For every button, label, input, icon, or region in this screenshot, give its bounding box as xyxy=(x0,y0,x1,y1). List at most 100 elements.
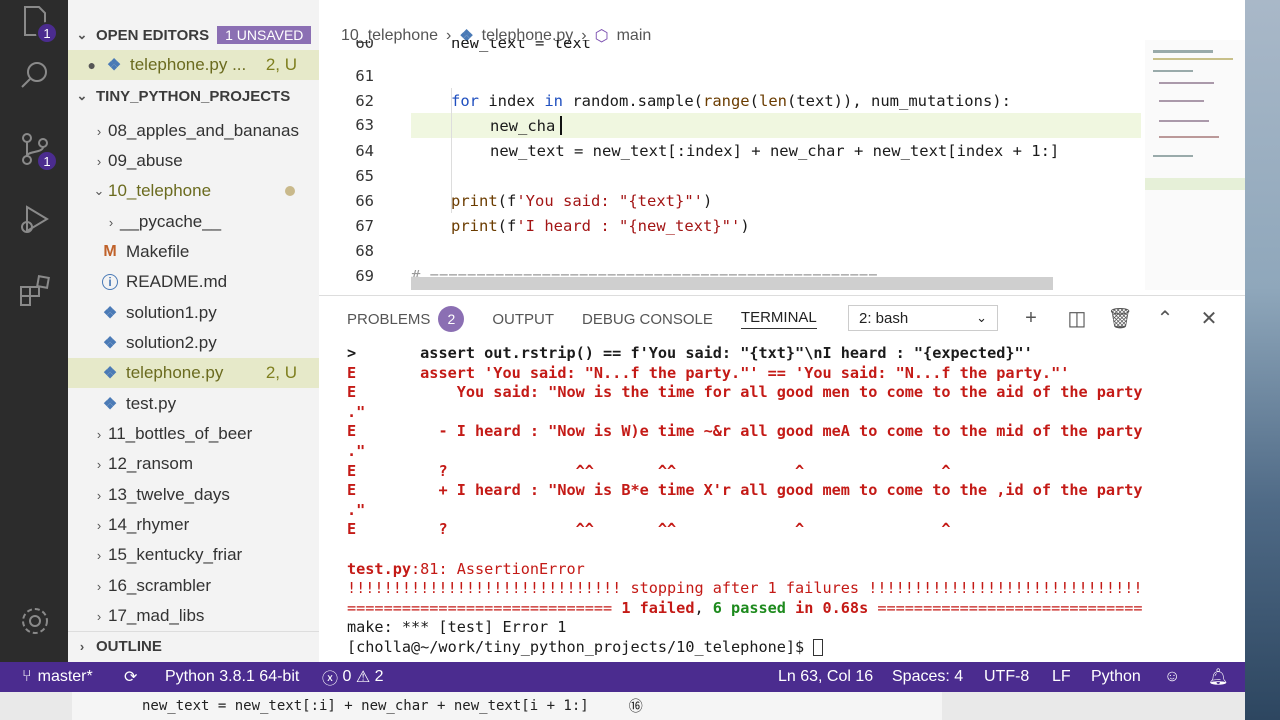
open-editors-header[interactable]: ⌄ OPEN EDITORS 1 UNSAVED xyxy=(68,20,319,50)
encoding[interactable]: UTF-8 xyxy=(984,662,1029,692)
chevron-right-icon: › xyxy=(96,578,102,594)
indent-guide xyxy=(451,88,452,213)
folder-item[interactable]: › __pycache__ xyxy=(68,207,319,237)
code-line: 66 print(f'You said: "{text}"') xyxy=(355,191,713,210)
indentation[interactable]: Spaces: 4 xyxy=(892,662,963,692)
error-icon: ⓧ xyxy=(322,671,339,688)
branch-item[interactable]: ⑂ master* xyxy=(22,662,93,692)
outline-header[interactable]: › OUTLINE xyxy=(68,631,319,661)
split-terminal-icon[interactable]: ◫ xyxy=(1065,306,1089,330)
extensions-icon[interactable] xyxy=(14,270,56,312)
explorer-sidebar: ⌄ OPEN EDITORS 1 UNSAVED ● ❖ telephone.py ..… xyxy=(68,0,319,662)
language-mode[interactable]: Python xyxy=(1091,662,1141,692)
minimap[interactable] xyxy=(1145,40,1245,290)
file-item-selected[interactable]: ❖ telephone.py 2, U xyxy=(68,358,319,388)
code-line: 68 xyxy=(355,241,374,260)
scm-badge: 1 xyxy=(36,150,58,172)
bell-icon[interactable]: 🔔︎ xyxy=(1208,662,1228,692)
file-item[interactable]: i README.md xyxy=(68,267,319,297)
modified-dot xyxy=(285,186,295,196)
close-icon[interactable]: ✕ xyxy=(1197,306,1221,330)
info-icon: i xyxy=(102,274,118,290)
settings-gear-icon[interactable] xyxy=(14,600,56,642)
chevron-up-icon[interactable]: ⌃ xyxy=(1153,306,1177,330)
terminal-cursor xyxy=(813,638,824,656)
tab-problems[interactable]: PROBLEMS 2 xyxy=(347,306,465,332)
background-code-window: new_text = new_text[:i] + new_char + new… xyxy=(72,692,942,720)
file-item[interactable]: M Makefile xyxy=(68,237,319,267)
current-code-line: new_cha xyxy=(411,113,1141,138)
sync-icon[interactable]: ⟳ xyxy=(124,662,137,692)
folder-item[interactable]: › 11_bottles_of_beer xyxy=(68,419,319,449)
chevron-right-icon: › xyxy=(96,547,102,563)
folder-item[interactable]: › 16_scrambler xyxy=(68,571,319,601)
chevron-down-icon: ⌄ xyxy=(976,310,987,325)
chevron-right-icon: › xyxy=(96,153,102,169)
explorer-badge: 1 xyxy=(36,22,58,44)
code-line: 65 xyxy=(355,166,374,185)
tab-debug-console[interactable]: DEBUG CONSOLE xyxy=(582,311,713,328)
folder-item[interactable]: › 17_mad_libs xyxy=(68,601,319,631)
explorer-icon[interactable]: 1 xyxy=(14,0,58,44)
vscode-window: 1 1 ⌄ OPEN EDITORS 1 UNSAVED ● ❖ telephone.p… xyxy=(0,0,1245,692)
makefile-icon: M xyxy=(103,243,117,260)
terminal-output[interactable]: > assert out.rstrip() == f'You said: "{t… xyxy=(347,344,1143,658)
code-line: 64 new_text = new_text[:index] + new_char… xyxy=(355,141,1060,160)
status-bar: ⑂ master* ⟳ Python 3.8.1 64-bit ⓧ 0 ⚠ 2 L… xyxy=(0,662,1245,692)
activity-bar: 1 1 xyxy=(0,0,68,662)
unsaved-dot-icon[interactable]: ● xyxy=(68,57,96,73)
git-branch-icon: ⑂ xyxy=(22,668,32,685)
folder-item[interactable]: › 15_kentucky_friar xyxy=(68,540,319,570)
folder-item[interactable]: › 08_apples_and_bananas xyxy=(68,116,319,146)
code-line: 62 for index in random.sample(range(len(t… xyxy=(355,91,1011,110)
chevron-right-icon: › xyxy=(96,456,102,472)
open-editor-telephone[interactable]: ● ❖ telephone.py ... 2, U xyxy=(68,50,319,80)
code-line: 61 xyxy=(355,66,374,85)
chevron-right-icon: › xyxy=(96,123,102,139)
search-icon[interactable] xyxy=(14,54,56,96)
horizontal-scrollbar[interactable] xyxy=(411,277,1053,290)
line-ending[interactable]: LF xyxy=(1052,662,1071,692)
python-file-icon: ❖ xyxy=(102,396,118,413)
folder-item[interactable]: › 09_abuse xyxy=(68,146,319,176)
folder-item[interactable]: › 14_rhymer xyxy=(68,510,319,540)
feedback-icon[interactable]: ☺ xyxy=(1164,662,1180,692)
python-file-icon: ❖ xyxy=(102,335,118,352)
unsaved-badge: 1 UNSAVED xyxy=(217,26,312,44)
text-cursor xyxy=(560,116,562,135)
folder-item-open[interactable]: ⌄ 10_telephone xyxy=(68,176,319,206)
panel-tabs: PROBLEMS 2 OUTPUT DEBUG CONSOLE TERMINAL xyxy=(347,306,817,332)
terminal-select[interactable]: 2: bash ⌄ xyxy=(848,305,998,331)
python-file-icon: ❖ xyxy=(102,365,118,382)
debug-icon[interactable] xyxy=(14,198,56,240)
folder-item[interactable]: › 13_twelve_days xyxy=(68,480,319,510)
desktop-background xyxy=(1245,0,1280,720)
chevron-right-icon: › xyxy=(96,608,102,624)
code-line: 60 new_text = text xyxy=(355,40,591,52)
project-header[interactable]: ⌄ TINY_PYTHON_PROJECTS xyxy=(68,81,319,111)
chevron-right-icon: › xyxy=(108,214,114,230)
chevron-right-icon: › xyxy=(96,426,102,442)
trash-icon[interactable]: 🗑 xyxy=(1107,306,1132,330)
warning-icon: ⚠ xyxy=(355,669,371,686)
file-item[interactable]: ❖ test.py xyxy=(68,389,319,419)
problems-count-badge: 2 xyxy=(438,306,465,332)
python-file-icon: ❖ xyxy=(106,57,122,74)
file-item[interactable]: ❖ solution1.py xyxy=(68,298,319,328)
source-control-icon[interactable]: 1 xyxy=(14,128,58,172)
file-item[interactable]: ❖ solution2.py xyxy=(68,328,319,358)
bottom-panel: PROBLEMS 2 OUTPUT DEBUG CONSOLE TERMINAL … xyxy=(319,295,1245,662)
tab-terminal[interactable]: TERMINAL xyxy=(740,309,817,329)
code-editor[interactable]: 10_telephone › ❖ telephone.py › ⬡ main 60 new… xyxy=(319,0,1245,295)
folder-item[interactable]: › 12_ransom xyxy=(68,449,319,479)
python-interpreter[interactable]: Python 3.8.1 64-bit xyxy=(165,662,299,692)
chevron-right-icon: › xyxy=(96,517,102,533)
chevron-right-icon: › xyxy=(96,487,102,503)
python-file-icon: ❖ xyxy=(102,305,118,322)
tab-output[interactable]: OUTPUT xyxy=(492,311,554,328)
problems-status[interactable]: ⓧ 0 ⚠ 2 xyxy=(322,662,384,692)
cursor-position[interactable]: Ln 63, Col 16 xyxy=(778,662,873,692)
new-terminal-icon[interactable]: + xyxy=(1019,306,1043,330)
code-line: 67 print(f'I heard : "{new_text}"') xyxy=(355,216,750,235)
chevron-down-icon: ⌄ xyxy=(93,183,105,198)
